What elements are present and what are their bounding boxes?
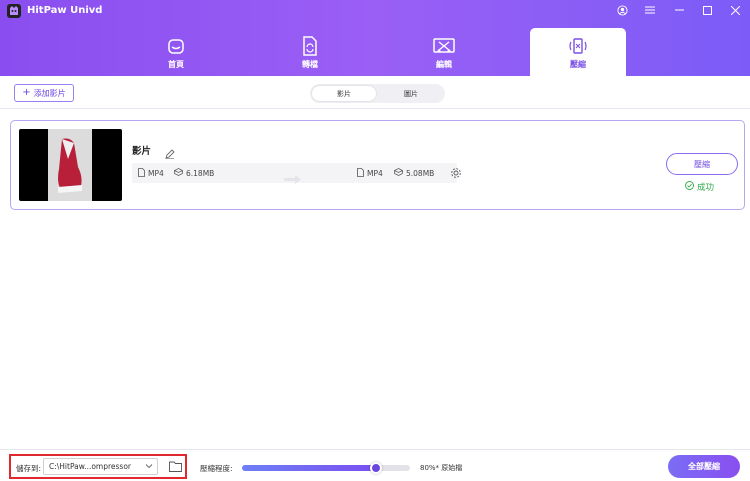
nav-compress-label: 壓縮 [570,60,586,69]
source-format-label: MP4 [148,169,164,178]
output-size: 5.08MB [393,168,435,178]
open-folder-button[interactable] [167,458,184,475]
header-bar: HitPaw Univd 首頁 轉檔 編輯 壓縮 [0,0,750,76]
output-format-label: MP4 [367,169,383,178]
sneaker-image [58,138,82,193]
source-size-label: 6.18MB [186,168,215,178]
nav-convert-label: 轉檔 [302,60,318,69]
settings-gear-icon[interactable] [450,167,462,179]
slider-handle[interactable] [370,462,383,474]
nav-compress[interactable]: 壓縮 [530,28,626,76]
thumbnail-frame [48,129,92,201]
file-info-bar: MP4 6.18MB MP4 5.08MB [132,163,461,184]
home-icon [167,36,185,56]
folder-icon [169,461,182,472]
app-window: HitPaw Univd 首頁 轉檔 編輯 壓縮 + 添加影片 影片 圖片 影片… [0,0,750,481]
close-icon[interactable] [726,2,744,18]
nav-edit-label: 編輯 [436,60,452,69]
source-size: 6.18MB [173,168,215,178]
file-card: 影片 MP4 6.18MB MP4 5.08MB 壓縮 成功 [10,120,745,210]
minimize-icon[interactable] [670,2,688,18]
compression-level-label: 壓縮程度: [200,464,233,473]
status-text: 成功 [697,183,715,193]
size-cube-icon [173,168,184,178]
status-badge: 成功 [685,181,714,193]
app-logo-icon [7,4,21,18]
arrow-right-icon [284,169,302,188]
output-format: MP4 [357,168,383,179]
add-video-button[interactable]: + 添加影片 [14,84,74,102]
compress-all-button[interactable]: 全部壓縮 [668,455,740,478]
compress-button[interactable]: 壓縮 [666,153,738,175]
size-cube-icon [393,168,404,178]
account-icon[interactable] [613,2,631,18]
output-size-label: 5.08MB [406,168,435,178]
convert-icon [301,36,319,56]
tab-video[interactable]: 影片 [312,86,376,101]
slider-fill [242,465,377,471]
tab-image[interactable]: 圖片 [379,86,443,101]
nav-home-label: 首頁 [168,60,184,69]
nav-home[interactable]: 首頁 [128,28,224,76]
chevron-down-icon [145,460,153,475]
file-icon [357,168,364,179]
bottom-bar: 儲存到: C:\HitPaw...ompressor 壓縮程度: 80%* 原始… [0,449,750,481]
menu-icon[interactable] [641,2,659,18]
check-circle-icon [685,181,694,193]
compression-level-value: 80%* 原始檔 [420,464,463,472]
compression-level-slider[interactable] [242,462,410,474]
nav-edit[interactable]: 編輯 [396,28,492,76]
media-type-switch: 影片 圖片 [310,84,445,103]
file-icon [138,168,145,179]
rename-pencil-icon[interactable] [165,144,175,163]
save-path-text: C:\HitPaw...ompressor [49,462,132,471]
toolbar: + 添加影片 影片 圖片 [0,76,750,109]
plus-icon: + [22,87,31,98]
maximize-icon[interactable] [698,2,716,18]
source-format: MP4 [138,168,164,179]
compress-icon [568,36,588,56]
app-title: HitPaw Univd [27,5,103,16]
save-path-select[interactable]: C:\HitPaw...ompressor [43,458,158,475]
nav-convert[interactable]: 轉檔 [262,28,358,76]
video-thumbnail[interactable] [19,129,122,201]
save-location-group: 儲存到: C:\HitPaw...ompressor [9,454,187,479]
save-to-label: 儲存到: [16,464,42,473]
file-title: 影片 [132,146,152,157]
add-video-label: 添加影片 [33,88,66,98]
edit-tools-icon [433,36,455,56]
